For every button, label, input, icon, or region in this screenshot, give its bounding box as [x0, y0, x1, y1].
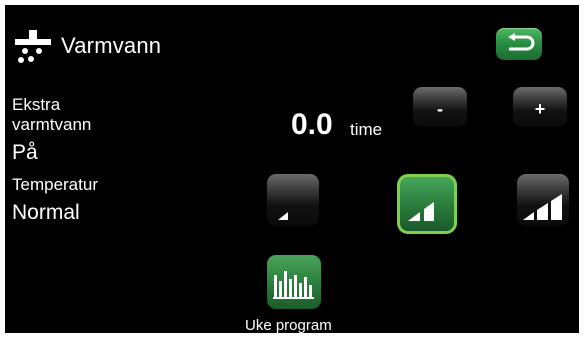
extra-hot-water-label-line1: Ekstra [12, 95, 61, 114]
weekly-program-label: Uke program [245, 317, 332, 333]
level-low-icon [278, 212, 288, 220]
extra-hot-water-value: 0.0 [291, 108, 333, 141]
level-high-icon [523, 194, 562, 220]
temperature-level-low-button[interactable] [267, 174, 319, 226]
weekly-program-button[interactable] [267, 255, 321, 309]
minus-icon: - [437, 99, 443, 119]
extra-hot-water-unit: time [350, 120, 383, 139]
extra-hot-water-status: På [12, 141, 38, 164]
page-title: Varmvann [61, 33, 162, 58]
minus-button[interactable]: - [413, 87, 467, 127]
extra-hot-water-label-line2: varmtvann [12, 115, 92, 134]
back-arrow-icon [508, 33, 535, 51]
bar-chart-icon [273, 271, 314, 299]
shower-icon [15, 30, 51, 63]
temperature-label: Temperatur [12, 175, 98, 194]
temperature-level-normal-button[interactable] [397, 174, 457, 234]
level-normal-icon [408, 202, 434, 221]
temperature-level-high-button[interactable] [517, 174, 569, 226]
temperature-value: Normal [12, 201, 80, 224]
extra-hot-water-label: Ekstra varmtvann [12, 95, 91, 135]
plus-icon: + [534, 99, 546, 119]
screen: Varmvann Ekstra varmtvann På 0.0 time - … [5, 5, 579, 333]
plus-button[interactable]: + [513, 87, 567, 127]
back-button[interactable] [496, 28, 542, 60]
